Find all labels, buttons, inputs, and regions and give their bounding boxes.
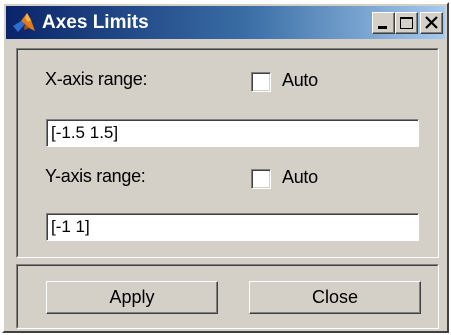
close-icon — [425, 16, 438, 29]
window-title: Axes Limits — [42, 12, 149, 33]
axes-limits-dialog: Axes Limits X-axis range: Auto [-1.5 1.5… — [2, 2, 449, 333]
maximize-button[interactable] — [395, 12, 418, 34]
x-axis-auto-label: Auto — [282, 70, 318, 90]
x-axis-range-field[interactable]: [-1.5 1.5] — [46, 119, 419, 147]
y-axis-auto-checkbox[interactable] — [251, 169, 271, 189]
x-axis-auto-checkbox[interactable] — [251, 72, 271, 92]
apply-button[interactable]: Apply — [46, 281, 218, 314]
x-axis-range-label: X-axis range: — [45, 69, 148, 89]
title-bar[interactable]: Axes Limits — [6, 6, 445, 39]
maximize-icon — [400, 17, 413, 29]
range-panel: X-axis range: Auto [-1.5 1.5] Y-axis ran… — [16, 48, 439, 258]
y-axis-range-label: Y-axis range: — [45, 166, 146, 186]
close-window-button[interactable] — [420, 12, 443, 34]
y-axis-range-field[interactable]: [-1 1] — [46, 213, 419, 241]
button-panel: Apply Close — [16, 264, 439, 329]
close-button[interactable]: Close — [249, 281, 421, 314]
minimize-icon — [378, 26, 387, 29]
minimize-button[interactable] — [372, 12, 395, 34]
y-axis-auto-label: Auto — [282, 167, 318, 187]
matlab-logo-icon — [12, 11, 36, 35]
